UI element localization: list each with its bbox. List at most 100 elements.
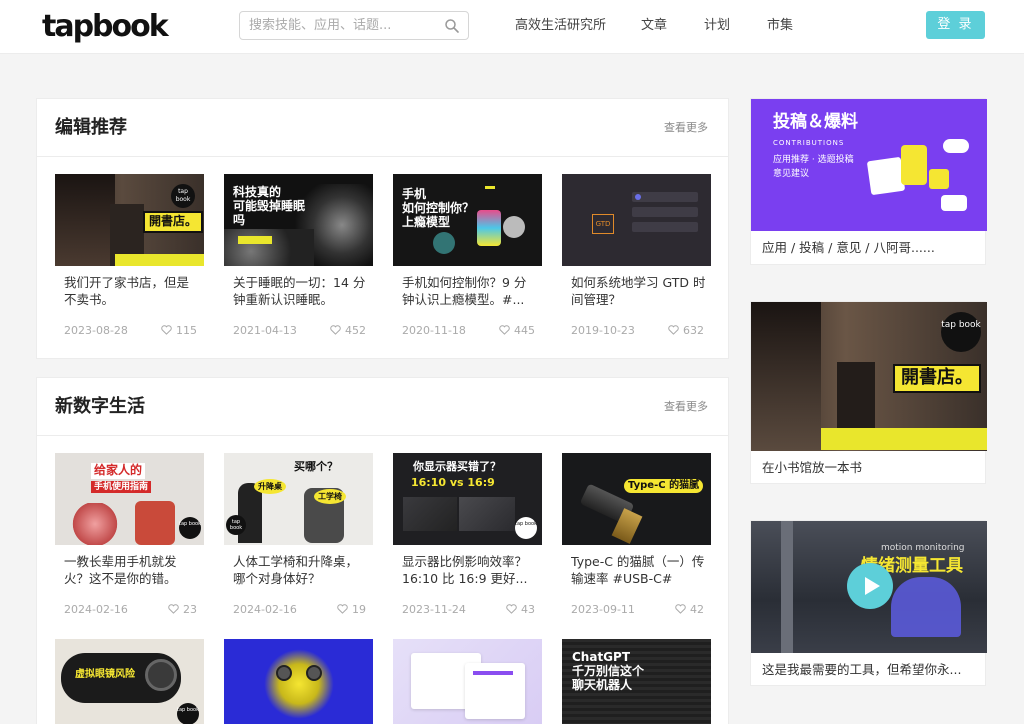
thumbnail-caption: 千万别信这个 (572, 663, 645, 678)
article-date: 2023-11-24 (402, 603, 466, 616)
nav-market[interactable]: 市集 (767, 17, 793, 35)
like-count-value: 632 (683, 324, 704, 337)
sidebar-caption[interactable]: 这是我最需要的工具，但希望你永... (762, 661, 961, 678)
thumbnail-caption: 上瘾模型 (402, 214, 451, 229)
like-count-value: 115 (176, 324, 197, 337)
thumbnail-caption: 手机使用指南 (91, 481, 152, 494)
article-thumbnail (224, 639, 373, 724)
play-icon (865, 577, 880, 595)
thumbnail-caption: ChatGPT (572, 650, 631, 664)
article-thumbnail (393, 639, 542, 724)
like-count-value: 452 (345, 324, 366, 337)
thumbnail-caption: 聊天机器人 (572, 677, 633, 692)
thumbnail-caption: 可能毁掉睡眠 (233, 198, 306, 213)
like-count[interactable]: 452 (330, 324, 366, 338)
thumbnail-caption: 16:10 vs 16:9 (411, 476, 495, 489)
heart-icon (337, 604, 348, 614)
thumbnail-caption: 手机 (402, 187, 427, 201)
article-title[interactable]: 如何系统地学习 GTD 时间管理？ (571, 274, 707, 310)
article-title[interactable]: Type-C 的猫腻（一）传输速率 #USB-C# (571, 553, 707, 589)
contribution-card[interactable]: 投稿＆爆料 CONTRIBUTIONS 应用推荐 · 选题投稿 意见建议 应用 … (750, 98, 987, 265)
thumbnail-caption: 升降桌 (254, 479, 286, 495)
article-thumbnail: GTD (562, 174, 711, 266)
sidebar-caption[interactable]: 在小书馆放一本书 (762, 459, 862, 476)
article-date: 2024-02-16 (233, 603, 297, 616)
tapbook-badge: tap book (179, 517, 201, 539)
tapbook-badge: tap book (941, 312, 981, 352)
article-date: 2021-04-13 (233, 324, 297, 337)
panel-header: 新数字生活 查看更多 (37, 378, 728, 436)
tapbook-badge: tap book (226, 515, 246, 535)
like-count[interactable]: 115 (161, 324, 197, 338)
article-thumbnail: ChatGPT 千万别信这个 聊天机器人 (562, 639, 711, 724)
thumbnail-caption: GTD (592, 214, 614, 234)
like-count[interactable]: 445 (499, 324, 535, 338)
article-thumbnail: Type-C 的猫腻 (562, 453, 711, 545)
article-title[interactable]: 手机如何控制你？9 分钟认识上瘾模型。#... (402, 274, 538, 310)
bookstore-image: tap book 開書店。 (751, 302, 987, 451)
article-title[interactable]: 我们开了家书店，但是不卖书。 (64, 274, 200, 310)
search-icon[interactable] (444, 18, 460, 34)
like-count[interactable]: 632 (668, 324, 704, 338)
thumbnail-caption: 開書店。 (143, 211, 204, 233)
article-thumbnail: 你显示器买错了？ 16:10 vs 16:9 tap book (393, 453, 542, 545)
tapbook-badge: tap book (177, 703, 199, 724)
article-thumbnail: 给家人的 手机使用指南 tap book (55, 453, 204, 545)
thumbnail-caption: 你显示器买错了？ (413, 460, 501, 473)
article-title[interactable]: 一教长辈用手机就发火？这不是你的错。 (64, 553, 200, 589)
banner-subtitle: CONTRIBUTIONS (773, 139, 845, 147)
like-count-value: 19 (352, 603, 366, 616)
editor-picks-panel: 编辑推荐 查看更多 開書店。 tap book 我们开了家书店，但是不卖书。 2… (36, 98, 729, 359)
article-thumbnail: 手机 如何控制你？ 上瘾模型 (393, 174, 542, 266)
view-more-link[interactable]: 查看更多 (664, 120, 708, 136)
article-thumbnail: 科技真的 可能毁掉睡眠 吗 (224, 174, 373, 266)
sidebar-caption[interactable]: 应用 / 投稿 / 意见 / 八阿哥...... (762, 239, 935, 256)
article-title[interactable]: 关于睡眠的一切：14 分钟重新认识睡眠。 (233, 274, 369, 310)
like-count[interactable]: 42 (675, 603, 704, 617)
search-input[interactable] (240, 12, 430, 39)
heart-icon (675, 604, 686, 614)
nav-articles[interactable]: 文章 (641, 17, 667, 35)
article-date: 2019-10-23 (571, 324, 635, 337)
thumbnail-caption: 给家人的 (91, 463, 146, 479)
article-thumbnail: 买哪个？ 升降桌 工学椅 tap book (224, 453, 373, 545)
play-button[interactable] (847, 563, 893, 609)
section-title: 新数字生活 (55, 396, 145, 417)
banner-subtitle: motion monitoring (881, 543, 965, 553)
heart-icon (330, 325, 341, 335)
nav-lab[interactable]: 高效生活研究所 (515, 17, 606, 35)
article-date: 2024-02-16 (64, 603, 128, 616)
nav-plans[interactable]: 计划 (704, 17, 730, 35)
article-date: 2020-11-18 (402, 324, 466, 337)
tapbook-badge: tap book (515, 517, 537, 539)
contribution-banner: 投稿＆爆料 CONTRIBUTIONS 应用推荐 · 选题投稿 意见建议 (751, 99, 987, 231)
article-date: 2023-09-11 (571, 603, 635, 616)
article-title[interactable]: 显示器比例影响效率？16:10 比 16:9 更好... (402, 553, 538, 589)
bookstore-card[interactable]: tap book 開書店。 在小书馆放一本书 (750, 301, 987, 484)
login-button[interactable]: 登 录 (926, 11, 985, 39)
panel-header: 编辑推荐 查看更多 (37, 99, 728, 157)
heart-icon (499, 325, 510, 335)
heart-icon (168, 604, 179, 614)
article-title[interactable]: 人体工学椅和升降桌，哪个对身体好？ (233, 553, 369, 589)
mood-tool-card[interactable]: motion monitoring 情绪测量工具 这是我最需要的工具，但希望你永… (750, 520, 987, 686)
banner-text: 应用推荐 · 选题投稿 (773, 155, 854, 165)
like-count-value: 445 (514, 324, 535, 337)
section-title: 编辑推荐 (55, 117, 127, 138)
digital-life-panel: 新数字生活 查看更多 给家人的 手机使用指南 tap book 一教长辈用手机就… (36, 377, 729, 724)
like-count[interactable]: 19 (337, 603, 366, 617)
article-thumbnail: 虚拟眼镜风险 tap book (55, 639, 204, 724)
like-count[interactable]: 43 (506, 603, 535, 617)
thumbnail-caption: 如何控制你？ (402, 200, 475, 215)
mood-tool-image: motion monitoring 情绪测量工具 (751, 521, 987, 653)
like-count-value: 42 (690, 603, 704, 616)
site-logo[interactable]: tapbook (42, 10, 169, 44)
view-more-link[interactable]: 查看更多 (664, 399, 708, 415)
article-thumbnail: 開書店。 tap book (55, 174, 204, 266)
banner-title: 投稿＆爆料 (773, 112, 858, 132)
like-count-value: 43 (521, 603, 535, 616)
banner-text: 意见建议 (773, 169, 810, 179)
thumbnail-caption: 买哪个？ (294, 460, 338, 473)
like-count[interactable]: 23 (168, 603, 197, 617)
thumbnail-caption: 科技真的 (233, 185, 282, 199)
